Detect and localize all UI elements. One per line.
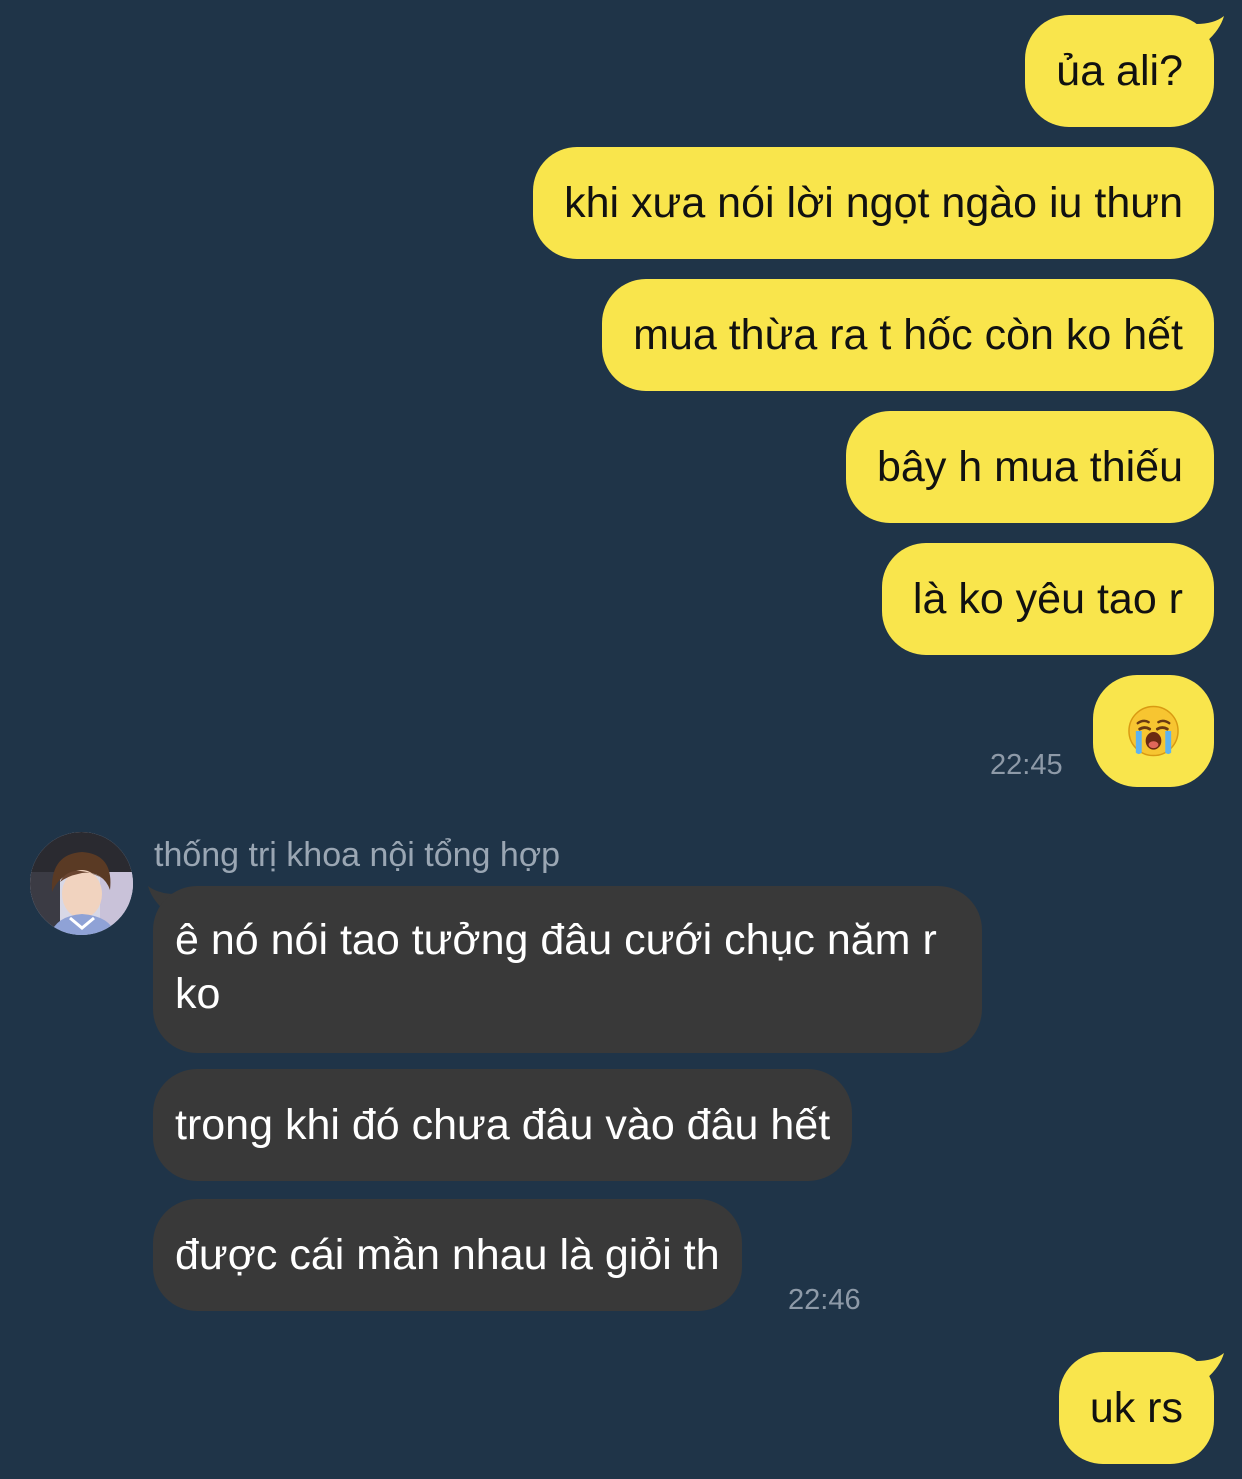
message-text: khi xưa nói lời ngọt ngào iu thưn bbox=[564, 179, 1183, 227]
message-timestamp: 22:45 bbox=[990, 749, 1063, 781]
message-text: ủa ali? bbox=[1056, 47, 1183, 95]
sender-name: thống trị khoa nội tổng hợp bbox=[154, 836, 561, 874]
message-text: uk rs bbox=[1089, 1384, 1183, 1432]
outgoing-message[interactable]: ủa ali? bbox=[1025, 15, 1214, 127]
message-text: được cái mần nhau là giỏi th bbox=[175, 1231, 720, 1279]
outgoing-message[interactable]: bây h mua thiếu bbox=[846, 411, 1214, 523]
outgoing-emoji-message[interactable] bbox=[1093, 675, 1214, 787]
message-timestamp: 22:46 bbox=[788, 1284, 861, 1316]
incoming-message[interactable]: ê nó nói tao tưởng đâu cưới chục năm r k… bbox=[153, 886, 982, 1053]
message-text: là ko yêu tao r bbox=[912, 575, 1183, 623]
incoming-message[interactable]: trong khi đó chưa đâu vào đâu hết bbox=[153, 1069, 853, 1181]
message-text: trong khi đó chưa đâu vào đâu hết bbox=[175, 1101, 831, 1149]
avatar-image bbox=[30, 832, 133, 935]
message-text: bây h mua thiếu bbox=[877, 443, 1183, 491]
avatar[interactable] bbox=[30, 832, 133, 935]
outgoing-message[interactable]: là ko yêu tao r bbox=[881, 543, 1214, 655]
outgoing-message[interactable]: khi xưa nói lời ngọt ngào iu thưn bbox=[533, 147, 1214, 259]
message-text: ê nó nói tao tưởng đâu cưới chục năm r k… bbox=[175, 916, 937, 1018]
loudly-crying-face-icon bbox=[1128, 705, 1179, 757]
incoming-message[interactable]: được cái mần nhau là giỏi th bbox=[153, 1199, 742, 1311]
outgoing-message[interactable]: mua thừa ra t hốc còn ko hết bbox=[602, 279, 1214, 391]
outgoing-message[interactable]: uk rs bbox=[1058, 1352, 1214, 1464]
message-text: mua thừa ra t hốc còn ko hết bbox=[633, 311, 1183, 359]
